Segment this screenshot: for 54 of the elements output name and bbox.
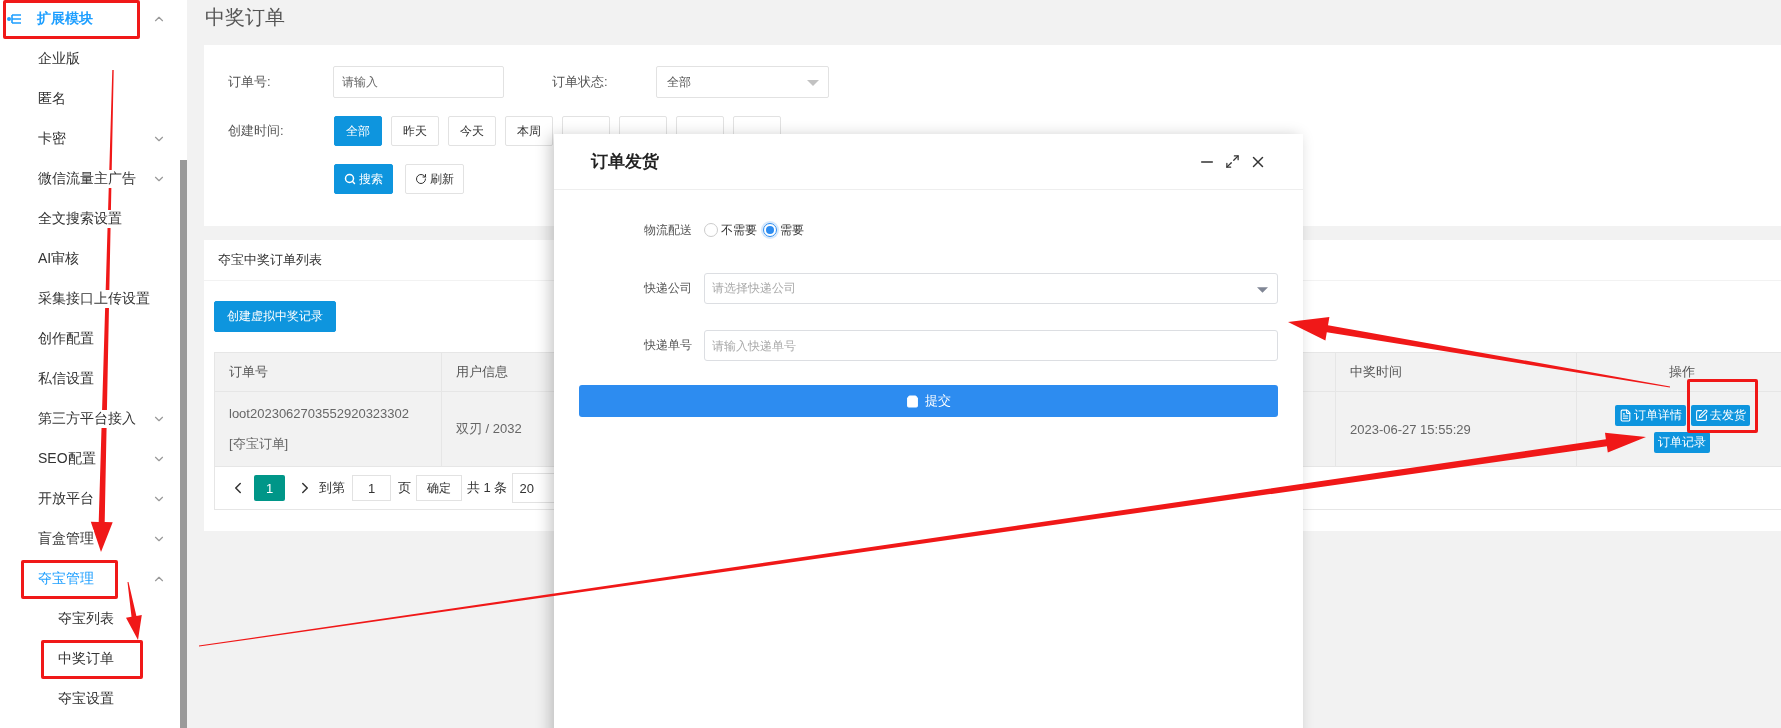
scrollbar[interactable] [180, 160, 187, 728]
cell-text: [夺宝订单] [229, 434, 290, 453]
status-select[interactable]: 全部 [656, 66, 829, 98]
field-label: 订单状态: [552, 73, 609, 91]
cell-text: 双刃 / 2032 [456, 420, 523, 438]
search-icon [344, 173, 356, 185]
page-title: 中奖订单 [204, 5, 286, 30]
annotation-arrow [126, 581, 142, 640]
date-filter-chip[interactable]: 今天 [448, 116, 496, 146]
refresh-button[interactable]: 刷新 [405, 164, 464, 194]
field-label: 快递单号 [643, 337, 692, 354]
delivery-option[interactable]: 不需要 [704, 221, 757, 239]
order-number-field[interactable]: 请输入 [333, 66, 504, 98]
field-label: 快递公司 [643, 280, 692, 297]
current-page[interactable]: 1 [254, 475, 285, 501]
document-icon [1618, 409, 1632, 422]
cell-text: 2023-06-27 15:55:29 [1350, 421, 1472, 437]
sidebar-item[interactable]: 中奖订单 [0, 639, 180, 679]
total-count: 共 1 条 [467, 479, 508, 497]
page-label: 页 [398, 479, 411, 497]
date-filter-chip[interactable]: 昨天 [391, 116, 439, 146]
bag-icon [906, 394, 919, 408]
dialog-title: 订单发货 [591, 151, 660, 173]
column-header: 中奖时间 [1336, 353, 1577, 392]
goto-label: 到第 [319, 479, 345, 497]
column-header: 订单号 [215, 353, 442, 392]
tree-icon [7, 13, 22, 25]
sidebar-item[interactable]: 采集接口上传设置 [0, 279, 180, 319]
dropdown-icon [807, 80, 819, 86]
sidebar-item[interactable]: 卡密 [0, 119, 180, 159]
tracking-number-field[interactable]: 请输入快递单号 [704, 330, 1278, 361]
confirm-button[interactable]: 确定 [416, 475, 462, 501]
field-label: 物流配送 [643, 221, 692, 239]
date-filter-chip[interactable]: 本周 [505, 116, 553, 146]
sidebar-item[interactable]: 第三方平台接入 [0, 399, 180, 439]
delivery-option[interactable]: 需要 [763, 221, 804, 239]
sidebar-item[interactable]: 微信流量主广告 [0, 159, 180, 199]
field-label: 创建时间: [228, 122, 285, 140]
sidebar-item[interactable]: 夺宝设置 [0, 679, 180, 719]
sidebar-item[interactable]: 企业版 [0, 39, 180, 79]
edit-icon [1694, 409, 1708, 422]
dropdown-icon [1257, 287, 1268, 293]
sidebar-item[interactable]: 全文搜索设置 [0, 199, 180, 239]
column-header: 操作 [1577, 353, 1781, 392]
field-label: 订单号: [228, 73, 272, 91]
sidebar-item[interactable]: 创作配置 [0, 319, 180, 359]
sidebar-item[interactable]: AI审核 [0, 239, 180, 279]
sidebar-item[interactable]: 匿名 [0, 79, 180, 119]
sidebar-item[interactable]: 夺宝列表 [0, 599, 180, 639]
page-number-field[interactable]: 1 [352, 475, 391, 501]
cell-text: loot2023062703552920323302 [229, 405, 411, 421]
sidebar-item[interactable]: 私信设置 [0, 359, 180, 399]
maximize-icon[interactable] [1225, 154, 1240, 169]
refresh-icon [415, 173, 427, 185]
